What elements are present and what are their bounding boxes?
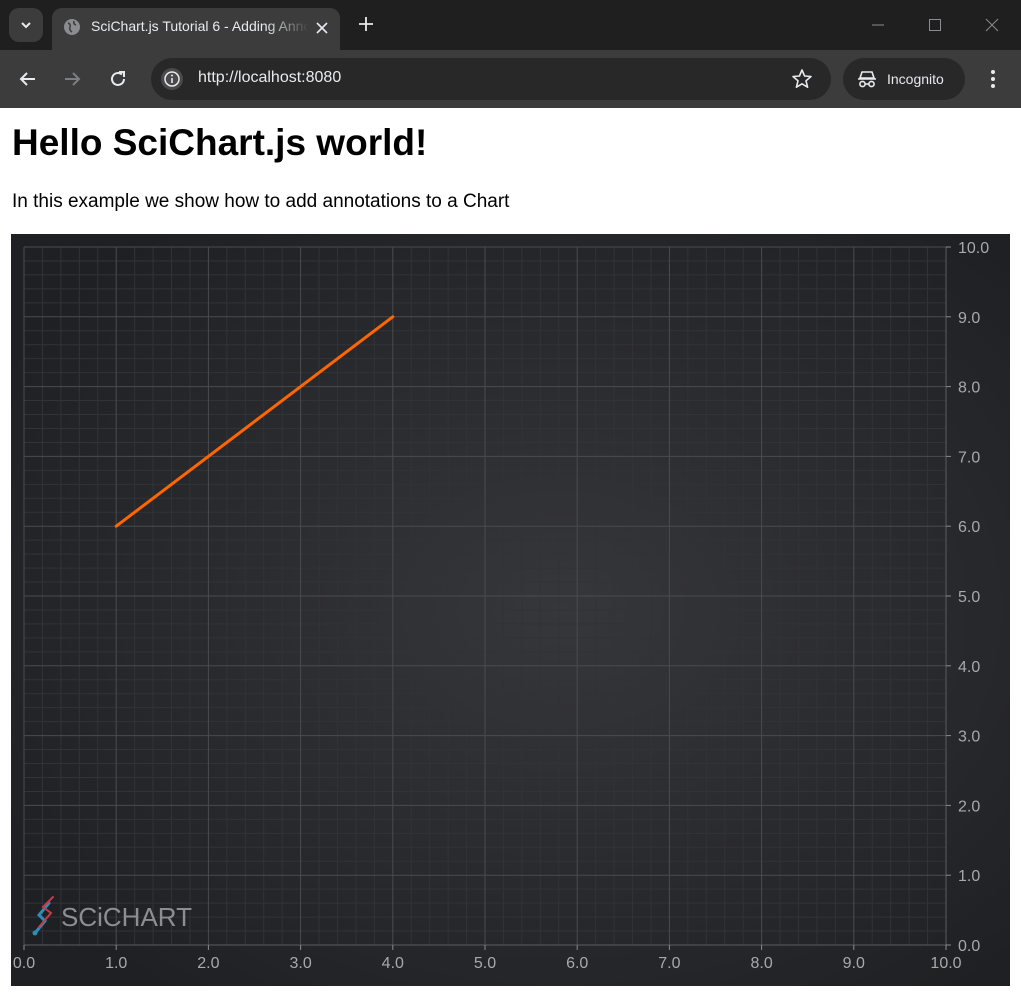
toolbar: http://localhost:8080 Incognito — [0, 50, 1021, 108]
y-tick-label: 5.0 — [958, 589, 980, 606]
back-button[interactable] — [13, 64, 43, 94]
incognito-label: Incognito — [887, 71, 944, 87]
incognito-icon — [858, 71, 876, 88]
chart-svg[interactable]: 0.0 1.0 2.0 3.0 4.0 5.0 6.0 7.0 8.0 9.0 10.0 0.0 1.… — [11, 234, 1010, 986]
url-text: http://localhost:8080 — [198, 69, 342, 86]
y-tick-label: 6.0 — [958, 519, 980, 536]
logo-text: SCiCHART — [61, 902, 192, 932]
close-icon — [316, 22, 328, 34]
maximize-button[interactable] — [920, 10, 950, 40]
tab-title: SciChart.js Tutorial 6 - Adding Annotati… — [91, 18, 309, 34]
x-tick-label: 6.0 — [566, 955, 588, 972]
y-tick-label: 10.0 — [958, 240, 989, 257]
chevron-down-icon — [21, 22, 31, 29]
forward-button[interactable] — [57, 64, 87, 94]
plus-icon — [359, 17, 373, 31]
reload-icon — [111, 71, 125, 86]
x-tick-label: 10.0 — [930, 955, 961, 972]
y-tick-label: 0.0 — [958, 938, 980, 955]
x-tick-label: 2.0 — [197, 955, 219, 972]
info-icon — [164, 71, 180, 87]
x-tick-label: 7.0 — [658, 955, 680, 972]
y-tick-label: 8.0 — [958, 380, 980, 397]
incognito-badge[interactable]: Incognito — [843, 58, 965, 100]
active-tab[interactable]: SciChart.js Tutorial 6 - Adding Annotati… — [52, 8, 340, 50]
y-tick-label: 1.0 — [958, 868, 980, 885]
chart-container[interactable]: 0.0 1.0 2.0 3.0 4.0 5.0 6.0 7.0 8.0 9.0 10.0 0.0 1.… — [11, 234, 1010, 986]
minimize-icon — [872, 24, 884, 26]
window-close-button[interactable] — [977, 10, 1007, 40]
tab-strip: SciChart.js Tutorial 6 - Adding Annotati… — [0, 0, 1021, 50]
page-heading: Hello SciChart.js world! — [12, 122, 428, 163]
address-bar[interactable]: http://localhost:8080 — [151, 58, 831, 100]
y-tick-label: 2.0 — [958, 798, 980, 815]
new-tab-button[interactable] — [352, 10, 380, 38]
x-tick-label: 3.0 — [289, 955, 311, 972]
x-tick-label: 4.0 — [382, 955, 404, 972]
x-tick-label: 9.0 — [843, 955, 865, 972]
page-description: In this example we show how to add annot… — [12, 191, 510, 212]
arrow-right-icon — [65, 72, 81, 86]
minimize-button[interactable] — [863, 10, 893, 40]
site-info-button[interactable] — [161, 68, 183, 90]
y-tick-label: 9.0 — [958, 310, 980, 327]
y-tick-label: 7.0 — [958, 449, 980, 466]
arrow-left-icon — [19, 72, 35, 86]
more-vert-icon — [991, 70, 995, 88]
browser-chrome: SciChart.js Tutorial 6 - Adding Annotati… — [0, 0, 1021, 108]
close-icon — [985, 18, 999, 32]
tab-close-button[interactable] — [311, 17, 333, 39]
x-tick-label: 0.0 — [13, 955, 35, 972]
tab-search-button[interactable] — [9, 8, 43, 42]
maximize-icon — [929, 19, 941, 31]
bookmark-star-icon[interactable] — [791, 68, 813, 90]
x-tick-label: 5.0 — [474, 955, 496, 972]
y-tick-label: 4.0 — [958, 659, 980, 676]
x-tick-label: 8.0 — [750, 955, 772, 972]
x-tick-label: 1.0 — [105, 955, 127, 972]
y-tick-label: 3.0 — [958, 729, 980, 746]
globe-icon — [64, 19, 80, 35]
browser-menu-button[interactable] — [981, 64, 1005, 94]
reload-button[interactable] — [103, 64, 133, 94]
